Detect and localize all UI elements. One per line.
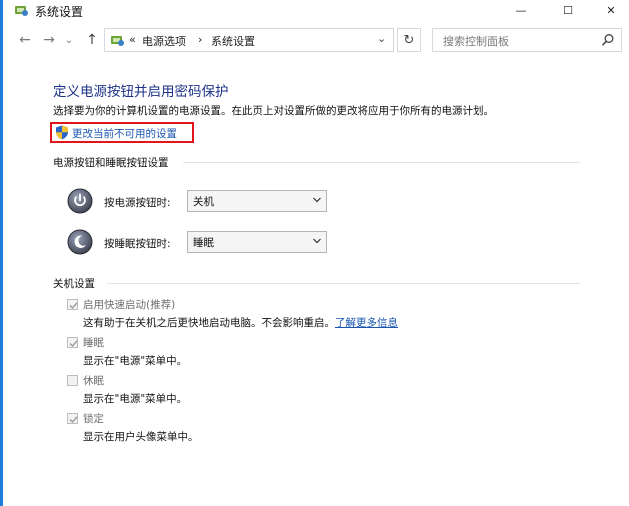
learn-more-link[interactable]: 了解更多信息 (335, 317, 398, 329)
sleep-button-action-select[interactable]: 睡眠 (187, 231, 327, 253)
search-box[interactable]: 搜索控制面板 (432, 28, 622, 52)
page-title: 定义电源按钮并启用密码保护 (53, 84, 229, 100)
change-unavailable-settings-link[interactable]: 更改当前不可用的设置 (50, 122, 194, 143)
sleep-button-action-label: 按睡眠按钮时: (104, 238, 171, 250)
title-bar[interactable]: 系统设置 — ☐ ✕ (3, 0, 629, 22)
window-left-edge (0, 0, 3, 506)
up-button[interactable]: ↑ (83, 31, 101, 49)
power-button-action-select[interactable]: 关机 (187, 190, 327, 212)
forward-button[interactable]: → (40, 31, 58, 49)
fast-startup-label: 启用快速启动(推荐) (83, 299, 176, 311)
search-icon[interactable] (600, 32, 616, 48)
breadcrumb-separator[interactable]: › (198, 33, 202, 46)
sleep-button-icon (67, 229, 93, 255)
hibernate-menu-checkbox[interactable] (67, 375, 78, 386)
address-overflow-chevron[interactable]: « (129, 33, 136, 46)
recent-locations-button[interactable]: ⌄ (63, 31, 75, 49)
window-title: 系统设置 (35, 5, 84, 19)
checkmark-icon (69, 416, 78, 424)
address-dropdown-button[interactable]: ⌄ (377, 32, 386, 45)
search-input[interactable]: 搜索控制面板 (443, 33, 509, 49)
address-bar[interactable]: « 电源选项 › 系统设置 ⌄ (104, 28, 394, 52)
lock-menu-label: 锁定 (83, 413, 104, 425)
uac-shield-icon (56, 125, 68, 140)
fast-startup-checkbox[interactable] (67, 299, 78, 310)
checkmark-icon (69, 302, 78, 310)
checkmark-icon (69, 340, 78, 348)
control-panel-icon (111, 36, 124, 46)
sleep-button-action-value: 睡眠 (193, 237, 214, 249)
breadcrumb-system-settings[interactable]: 系统设置 (211, 33, 255, 49)
page-description: 选择要为你的计算机设置的电源设置。在此页上对设置所做的更改将应用于你所有的电源计… (53, 105, 494, 117)
shutdown-section-title: 关机设置 (53, 278, 95, 290)
change-settings-label[interactable]: 更改当前不可用的设置 (72, 126, 177, 141)
refresh-button[interactable]: ↻ (397, 28, 421, 52)
fast-startup-description: 这有助于在关机之后更快地启动电脑。不会影响重启。 (83, 317, 335, 329)
chevron-down-icon (313, 197, 321, 203)
section-divider (107, 283, 580, 284)
chevron-down-icon (313, 238, 321, 244)
control-panel-icon (15, 6, 28, 16)
minimize-button[interactable]: — (503, 0, 539, 20)
power-button-action-value: 关机 (193, 196, 214, 208)
sleep-menu-label: 睡眠 (83, 337, 104, 349)
lock-menu-description: 显示在用户头像菜单中。 (83, 431, 199, 443)
lock-menu-checkbox[interactable] (67, 413, 78, 424)
hibernate-menu-description: 显示在"电源"菜单中。 (83, 393, 188, 405)
maximize-button[interactable]: ☐ (550, 0, 586, 20)
back-button[interactable]: ← (16, 31, 34, 49)
power-buttons-section-title: 电源按钮和睡眠按钮设置 (53, 157, 169, 169)
sleep-menu-description: 显示在"电源"菜单中。 (83, 355, 188, 367)
close-button[interactable]: ✕ (593, 0, 629, 20)
hibernate-menu-label: 休眠 (83, 375, 104, 387)
power-button-icon (67, 188, 93, 214)
power-button-action-label: 按电源按钮时: (104, 197, 171, 209)
breadcrumb-power-options[interactable]: 电源选项 (142, 33, 186, 49)
sleep-menu-checkbox[interactable] (67, 337, 78, 348)
section-divider (183, 162, 580, 163)
